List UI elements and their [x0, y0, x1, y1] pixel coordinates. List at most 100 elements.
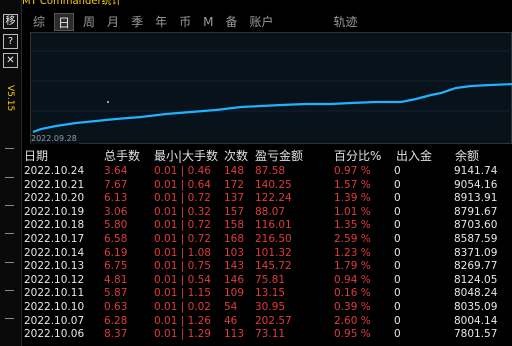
cell-deposit: 0: [394, 328, 401, 341]
cell-total-lots: 3.06: [104, 205, 128, 218]
chart-start-date: 2022.09.28: [31, 134, 79, 144]
cell-total-lots: 6.28: [104, 314, 128, 327]
tab-notes[interactable]: 备: [222, 13, 240, 31]
cell-balance: 8587.59: [454, 232, 498, 245]
cell-min-max-lots: 0.01 | 0.46: [154, 165, 211, 177]
cell-balance: 9054.16: [454, 178, 498, 191]
cell-min-max-lots: 0.01 | 0.64: [154, 178, 211, 191]
cell-profit: 75.81: [255, 273, 286, 286]
version-label: V5.15: [5, 84, 15, 112]
table-row[interactable]: 2022.10.06 8.37 0.01 | 1.29 113 73.11 0.95 % 0…: [24, 328, 512, 342]
move-button[interactable]: 移: [3, 14, 18, 29]
cell-balance: 9141.74: [454, 165, 498, 177]
cell-balance: 8371.09: [454, 246, 498, 259]
table-row[interactable]: 2022.10.10 0.63 0.01 | 0.02 54 30.95 0.39 % 0 8…: [24, 301, 512, 315]
cell-date: 2022.10.11: [24, 287, 85, 300]
cell-trades: 157: [224, 205, 245, 218]
cell-deposit: 0: [394, 192, 401, 205]
tab-quarterly[interactable]: 季: [128, 13, 146, 31]
table-row[interactable]: 2022.10.24 3.64 0.01 | 0.46 148 87.58 0.97 % 0…: [24, 165, 512, 179]
tab-summary[interactable]: 综: [30, 13, 48, 31]
table-row[interactable]: 2022.10.20 6.13 0.01 | 0.72 137 122.24 1.39 %…: [24, 192, 512, 206]
cell-trades: 46: [224, 314, 238, 327]
cell-min-max-lots: 0.01 | 0.32: [154, 205, 211, 218]
table-row[interactable]: 2022.10.14 6.19 0.01 | 1.08 103 101.32 1.23 %…: [24, 247, 512, 261]
close-button[interactable]: ✕: [3, 53, 18, 68]
tab-daily[interactable]: 日: [54, 13, 75, 31]
table-row[interactable]: 2022.10.13 6.75 0.01 | 0.75 143 145.72 1.79 %…: [24, 260, 512, 274]
cell-date: 2022.10.19: [24, 205, 85, 218]
cell-balance: 8913.91: [454, 192, 498, 205]
cell-percent: 1.01 %: [334, 205, 371, 218]
tab-yearly[interactable]: 年: [152, 13, 170, 31]
cell-trades: 137: [224, 192, 245, 205]
header-date: 日期: [24, 149, 49, 163]
cell-date: 2022.10.17: [24, 232, 85, 245]
equity-chart: 2022.09.28: [30, 32, 512, 144]
header-min-max-lots: 最小|大手数: [154, 149, 219, 163]
cell-balance: 8035.09: [454, 300, 498, 313]
tab-weekly[interactable]: 周: [80, 13, 98, 31]
cell-percent: 0.16 %: [334, 287, 371, 300]
cell-total-lots: 0.63: [104, 300, 128, 313]
cell-percent: 0.97 %: [334, 165, 371, 177]
cell-min-max-lots: 0.01 | 0.72: [154, 219, 211, 232]
cell-deposit: 0: [394, 260, 401, 273]
cell-deposit: 0: [394, 246, 401, 259]
cell-total-lots: 8.37: [104, 328, 128, 341]
cell-date: 2022.10.20: [24, 192, 85, 205]
cell-deposit: 0: [394, 314, 401, 327]
header-trades: 次数: [224, 149, 249, 163]
divider: [5, 205, 14, 206]
tab-bar: 综 日 周 月 季 年 币 M 备 账户 轨迹: [30, 12, 367, 32]
cell-total-lots: 7.67: [104, 178, 128, 191]
equity-chart-svg: [31, 50, 512, 134]
table-row[interactable]: 2022.10.07 6.28 0.01 | 1.26 46 202.57 2.60 % 0…: [24, 315, 512, 329]
cell-deposit: 0: [394, 232, 401, 245]
divider: [5, 318, 14, 319]
tab-symbol[interactable]: 币: [176, 13, 194, 31]
cell-date: 2022.10.07: [24, 314, 85, 327]
cell-date: 2022.10.06: [24, 328, 85, 341]
cell-balance: 8124.05: [454, 273, 498, 286]
cell-profit: 87.58: [255, 165, 286, 177]
header-balance: 余额: [455, 149, 480, 163]
tab-magic[interactable]: M: [200, 13, 216, 31]
divider: [5, 262, 14, 263]
cell-profit: 122.24: [255, 192, 292, 205]
cell-percent: 1.79 %: [334, 260, 371, 273]
cell-profit: 145.72: [255, 260, 292, 273]
divider: [5, 290, 14, 291]
table-row[interactable]: 2022.10.12 4.81 0.01 | 0.54 146 75.81 0.94 % 0…: [24, 274, 512, 288]
help-button[interactable]: ?: [3, 34, 18, 49]
divider: [5, 233, 14, 234]
cell-date: 2022.10.24: [24, 165, 85, 177]
cell-date: 2022.10.18: [24, 219, 85, 232]
cell-date: 2022.10.14: [24, 246, 85, 259]
tab-monthly[interactable]: 月: [104, 13, 122, 31]
chart-dot: [107, 101, 109, 103]
cell-date: 2022.10.21: [24, 178, 85, 191]
table-row[interactable]: 2022.10.21 7.67 0.01 | 0.64 172 140.25 1.57 %…: [24, 179, 512, 193]
cell-profit: 13.15: [255, 287, 286, 300]
cell-percent: 2.59 %: [334, 232, 371, 245]
cell-trades: 148: [224, 165, 245, 177]
table-row[interactable]: 2022.10.17 6.58 0.01 | 0.72 168 216.50 2.59 %…: [24, 233, 512, 247]
table-row[interactable]: 2022.10.18 5.80 0.01 | 0.72 158 116.01 1.35 %…: [24, 219, 512, 233]
panel-title: MT Commander统计: [22, 0, 122, 7]
cell-balance: 8004.14: [454, 314, 498, 327]
tab-account[interactable]: 账户: [246, 13, 276, 31]
cell-total-lots: 6.58: [104, 232, 128, 245]
cell-profit: 216.50: [255, 232, 292, 245]
cell-min-max-lots: 0.01 | 0.54: [154, 273, 211, 286]
cell-profit: 101.32: [255, 246, 292, 259]
cell-trades: 103: [224, 246, 245, 259]
cell-total-lots: 6.75: [104, 260, 128, 273]
cell-min-max-lots: 0.01 | 0.75: [154, 260, 211, 273]
tab-trajectory[interactable]: 轨迹: [331, 13, 361, 31]
table-row[interactable]: 2022.10.19 3.06 0.01 | 0.32 157 88.07 1.01 % 0…: [24, 206, 512, 220]
cell-trades: 158: [224, 219, 245, 232]
table-row[interactable]: 2022.10.11 5.87 0.01 | 1.15 109 13.15 0.16 % 0…: [24, 287, 512, 301]
cell-min-max-lots: 0.01 | 1.29: [154, 328, 211, 341]
cell-percent: 1.39 %: [334, 192, 371, 205]
